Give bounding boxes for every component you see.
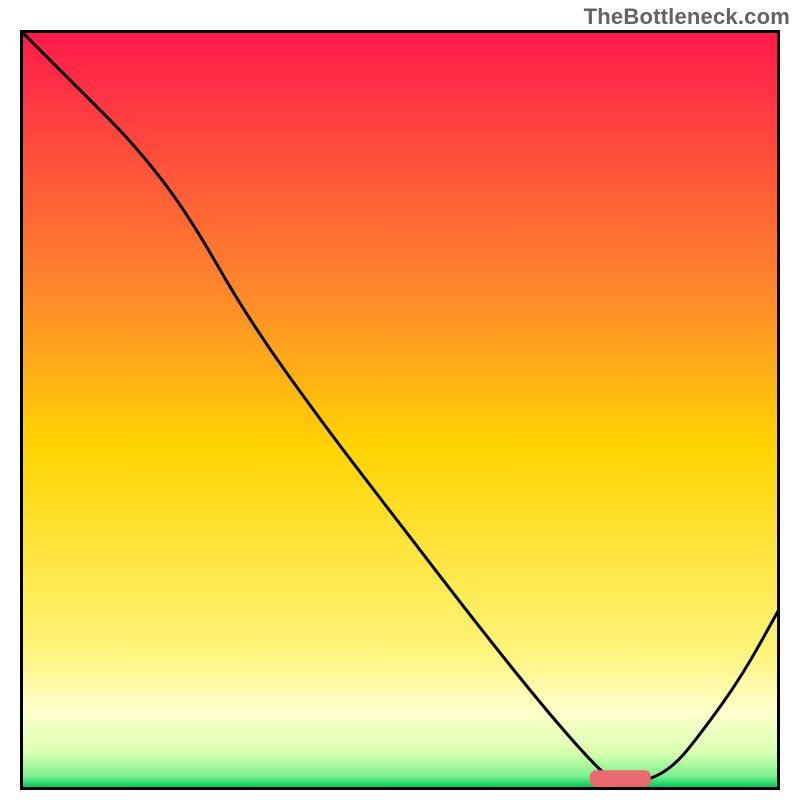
- optimum-marker: [590, 770, 651, 787]
- bottleneck-plot: [20, 30, 780, 790]
- chart-container: { "watermark": "TheBottleneck.com", "col…: [0, 0, 800, 800]
- watermark-text: TheBottleneck.com: [584, 4, 790, 30]
- plot-svg: [20, 30, 780, 790]
